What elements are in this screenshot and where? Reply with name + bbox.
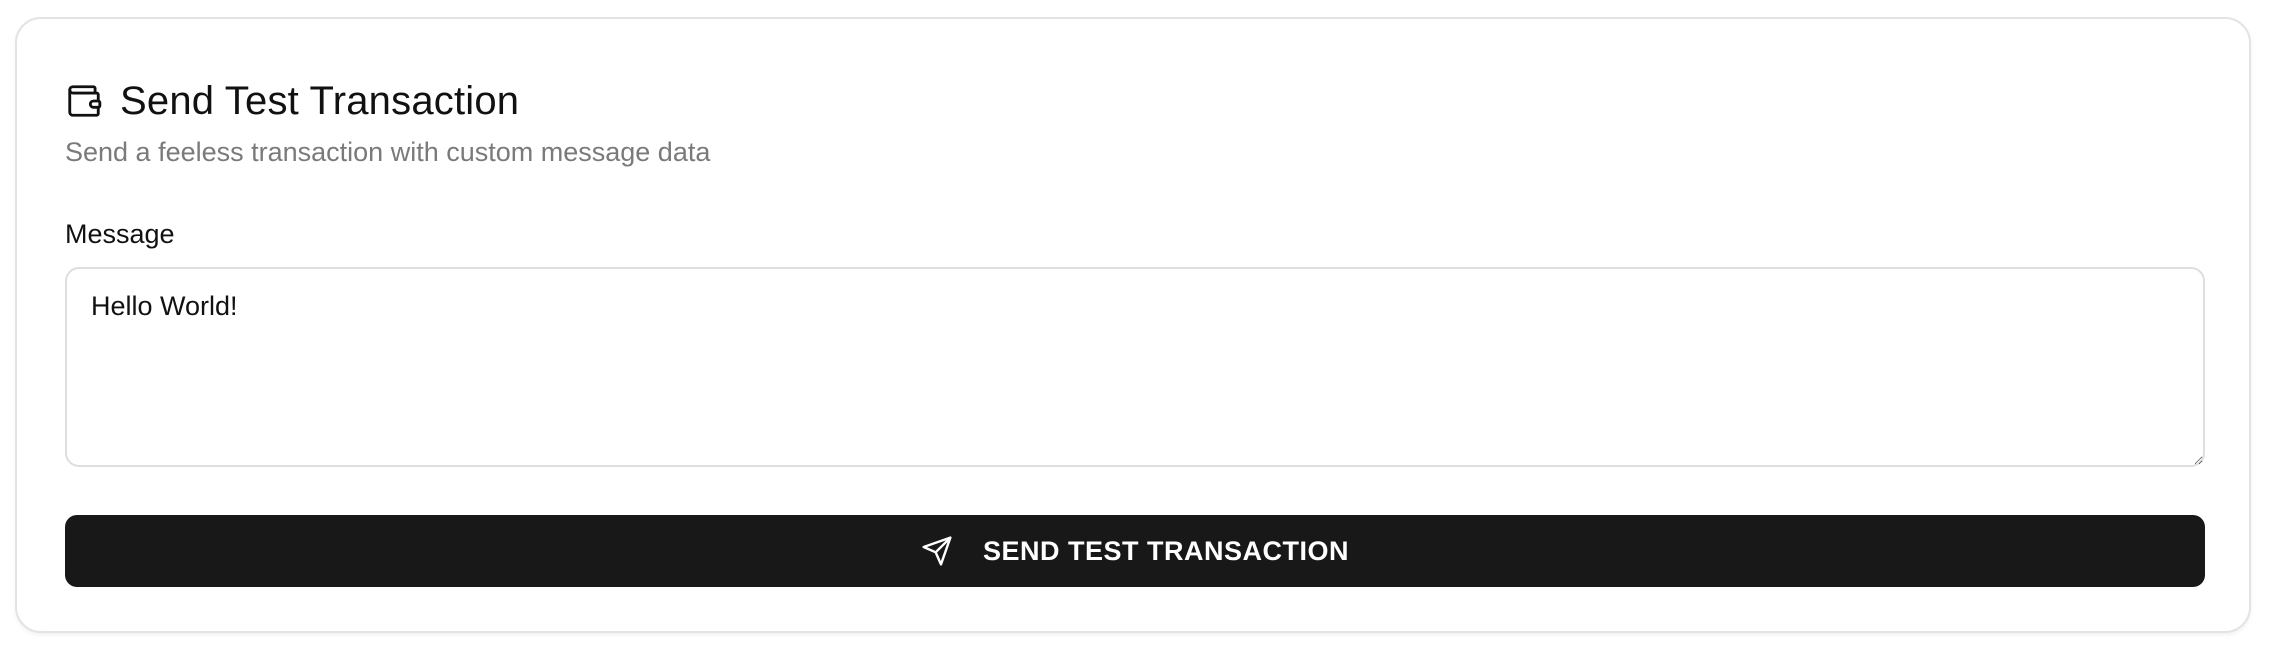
message-textarea[interactable]: Hello World! — [65, 267, 2205, 467]
wallet-icon — [64, 81, 104, 121]
card-title: Send Test Transaction — [120, 78, 520, 123]
send-test-transaction-button[interactable]: SEND TEST TRANSACTION — [65, 515, 2205, 587]
send-button-label: SEND TEST TRANSACTION — [982, 535, 1349, 566]
card-subtitle: Send a feeless transaction with custom m… — [65, 137, 711, 167]
card-header: Send Test Transaction — [64, 71, 519, 131]
send-transaction-card: Send Test Transaction Send a feeless tra… — [15, 17, 2251, 633]
send-icon — [921, 535, 953, 567]
message-label: Message — [65, 219, 175, 249]
